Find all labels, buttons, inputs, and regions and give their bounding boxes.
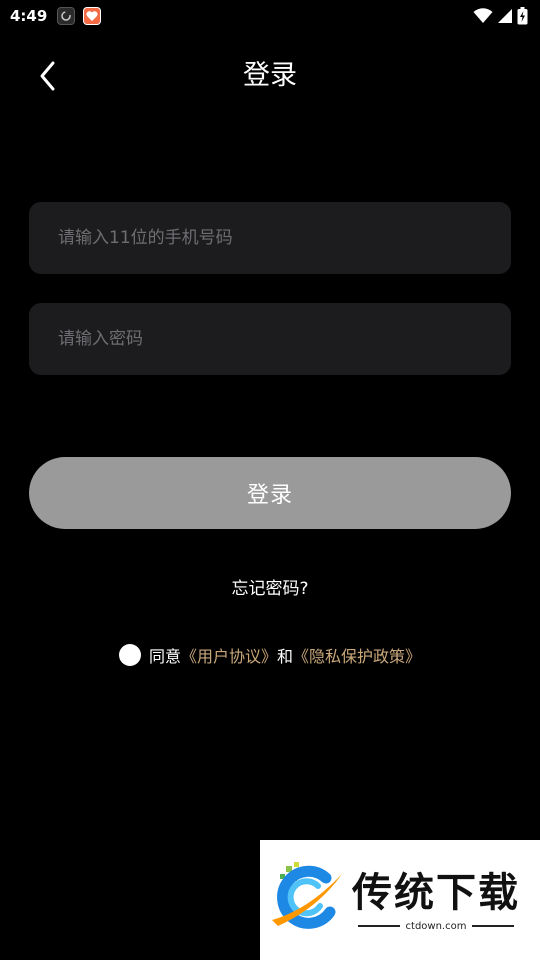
- agreement-row: 同意 《用户协议》 和 《隐私保护政策》: [0, 642, 540, 668]
- page-title: 登录: [243, 60, 297, 91]
- chevron-left-icon: [40, 61, 55, 91]
- forgot-password-link[interactable]: 忘记密码?: [0, 574, 540, 599]
- status-bar: 4:49: [0, 0, 540, 32]
- agree-prefix: 同意: [148, 647, 181, 666]
- watermark: 传统下载 ctdown.com: [260, 840, 540, 960]
- watermark-sub-row: ctdown.com: [357, 920, 515, 932]
- password-input[interactable]: [29, 303, 511, 375]
- privacy-policy-link[interactable]: 《隐私保护政策》: [293, 643, 421, 667]
- watermark-text: 传统下载 ctdown.com: [352, 869, 520, 932]
- back-button[interactable]: [30, 56, 66, 96]
- status-time: 4:49: [10, 7, 48, 25]
- battery-icon: [517, 7, 528, 25]
- signal-icon: [498, 9, 512, 23]
- login-button[interactable]: 登录: [29, 457, 511, 529]
- watermark-subtitle: ctdown.com: [405, 920, 467, 932]
- ctdown-logo-icon: [272, 862, 342, 929]
- user-agreement-link[interactable]: 《用户协议》: [181, 643, 277, 667]
- phone-input[interactable]: [29, 202, 511, 274]
- heart-app-icon: [83, 7, 102, 25]
- loading-app-icon: [57, 7, 76, 25]
- status-indicators: [473, 7, 528, 25]
- watermark-title: 传统下载: [352, 869, 520, 916]
- divider: [472, 925, 515, 927]
- wifi-icon: [473, 8, 493, 23]
- agree-and: 和: [277, 647, 294, 666]
- agree-radio[interactable]: [118, 644, 141, 666]
- divider: [357, 925, 400, 927]
